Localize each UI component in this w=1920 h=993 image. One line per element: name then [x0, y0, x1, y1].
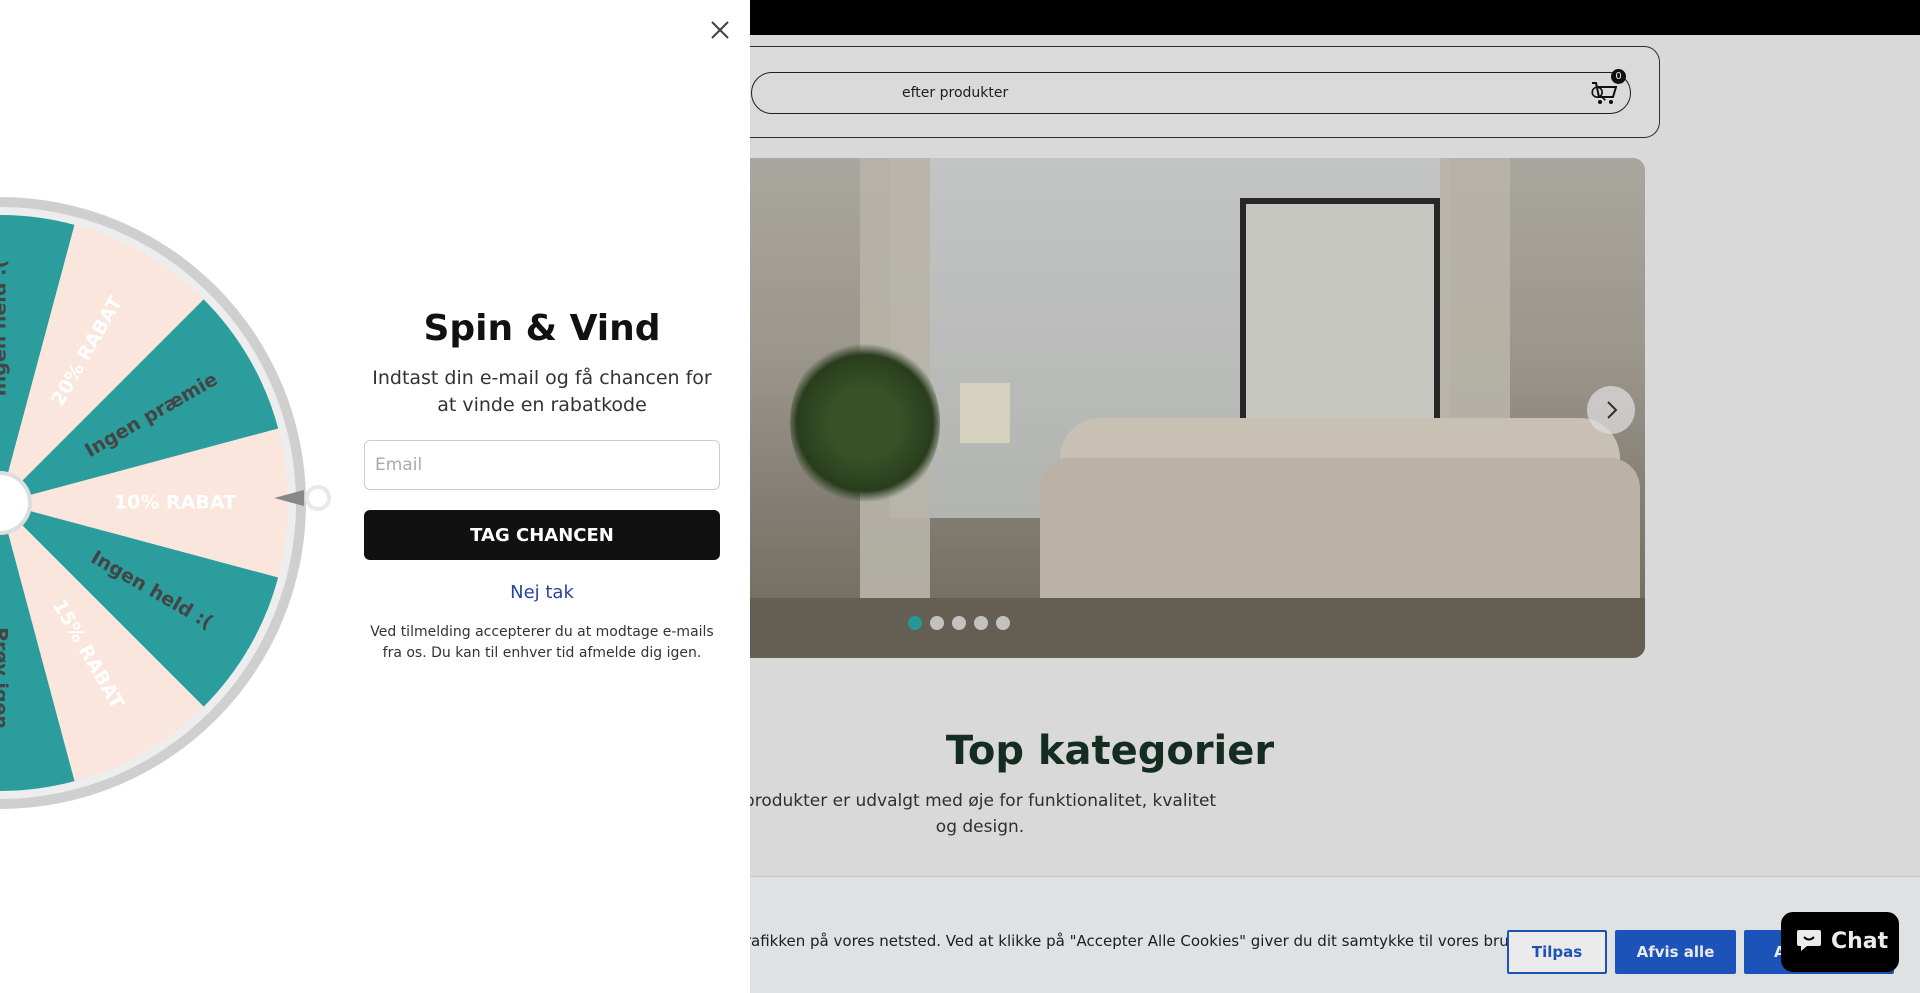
- wheel-pointer-icon: [274, 485, 331, 511]
- prize-wheel: Ingen held :(15% RABATPrøv igenIngen hel…: [0, 197, 306, 809]
- email-field[interactable]: [364, 440, 720, 490]
- wheel-segment-label: 10% RABAT: [114, 492, 236, 514]
- close-icon[interactable]: [707, 17, 733, 43]
- wheel-segment-label: Prøv igen: [0, 627, 12, 729]
- popup-subtitle: Indtast din e-mail og få chancen for at …: [372, 367, 712, 416]
- popup-disclaimer: Ved tilmelding accepterer du at modtage …: [370, 624, 714, 661]
- decline-link[interactable]: Nej tak: [364, 582, 720, 603]
- spin-win-popup: Ingen held :(15% RABAT Prøv igen Ingen hel…: [0, 0, 750, 993]
- popup-title: Spin & Vind: [423, 308, 661, 349]
- spin-submit-button[interactable]: TAG CHANCEN: [364, 510, 720, 560]
- wheel-segment-label: Ingen held :(: [0, 260, 11, 397]
